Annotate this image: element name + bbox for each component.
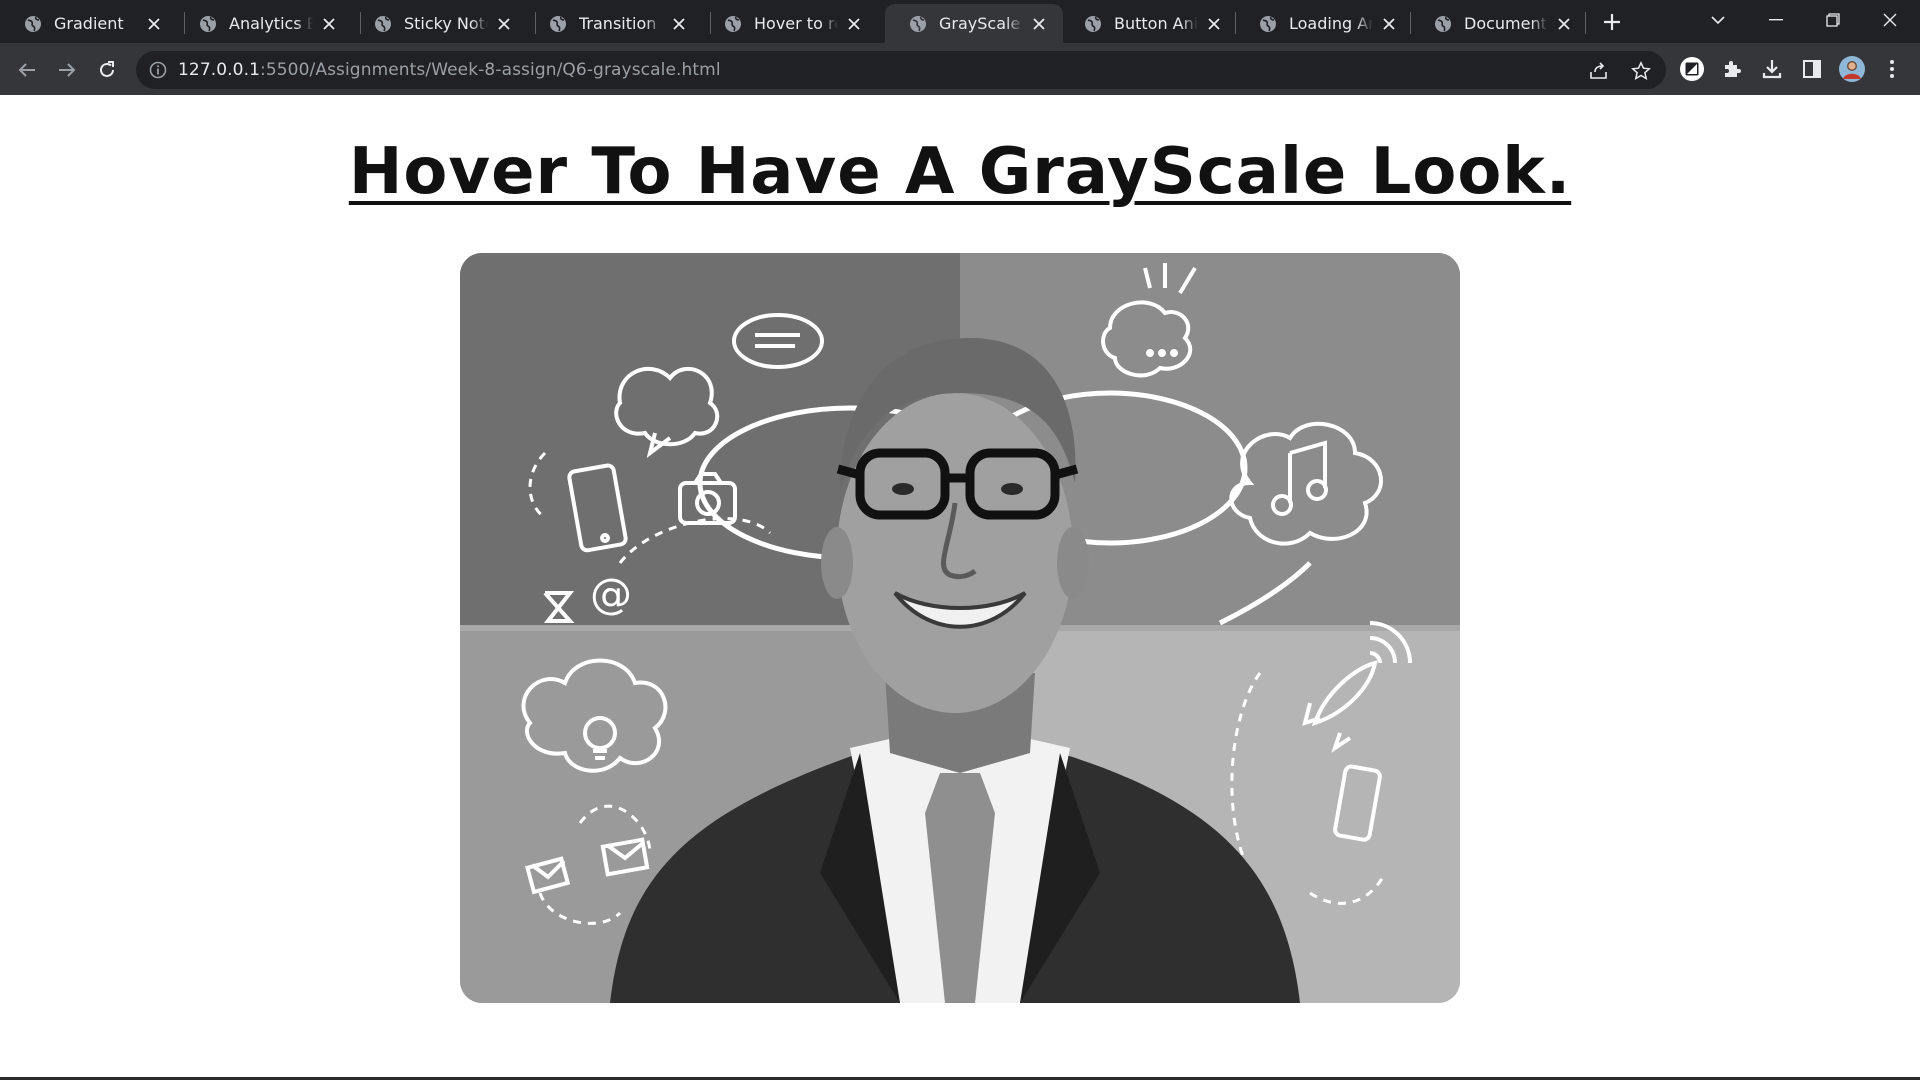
reload-button[interactable] — [90, 53, 124, 87]
tab-analytics-bar[interactable]: Analytics Bar — [175, 4, 353, 43]
puzzle-extensions-icon[interactable] — [1718, 55, 1746, 83]
globe-icon — [550, 15, 566, 32]
tab-gradient[interactable]: Gradient — [0, 4, 178, 43]
url-path: :5500/Assignments/Week-8-assign/Q6-grays… — [260, 60, 721, 80]
tab-document[interactable]: Document — [1410, 4, 1588, 43]
browser-toolbar: 127.0.0.1:5500/Assignments/Week-8-assign… — [0, 43, 1920, 95]
page-content: Hover To Have A GrayScale Look. @ — [0, 95, 1920, 1080]
side-panel-icon[interactable] — [1798, 55, 1826, 83]
browser-chrome: Gradient Analytics Bar Sticky Note Trans… — [0, 0, 1920, 95]
tab-title: Hover to reveal — [754, 14, 838, 33]
tab-button-animation[interactable]: Button Animation — [1060, 4, 1238, 43]
tab-title: Document — [1464, 14, 1547, 33]
close-icon[interactable] — [319, 14, 339, 34]
close-icon[interactable] — [1029, 14, 1049, 34]
tab-title: Sticky Note — [404, 14, 488, 33]
globe-icon — [910, 15, 926, 32]
close-icon — [1883, 13, 1897, 27]
grayscale-photo[interactable]: @ — [460, 253, 1460, 1003]
globe-icon — [725, 15, 741, 32]
info-icon[interactable] — [148, 60, 168, 80]
tab-title: Loading Animation — [1289, 14, 1373, 33]
right-ear — [1057, 527, 1089, 599]
close-window-button[interactable] — [1862, 0, 1918, 40]
tab-title: Transition — [579, 14, 657, 33]
close-icon[interactable] — [1554, 14, 1574, 34]
minimize-icon — [1769, 19, 1783, 21]
tab-title: Analytics Bar — [229, 14, 313, 33]
tab-search-button[interactable] — [1690, 0, 1746, 40]
portrait-image: @ — [460, 253, 1460, 1003]
tab-title: Button Animation — [1114, 14, 1198, 33]
right-eye — [1001, 483, 1023, 495]
doodle-at-symbol: @ — [590, 569, 632, 618]
tab-grayscale-image[interactable]: GrayScale Image — [885, 4, 1063, 43]
close-icon[interactable] — [669, 14, 689, 34]
restore-icon — [1826, 13, 1840, 27]
share-icon[interactable] — [1588, 60, 1610, 82]
globe-icon — [375, 15, 391, 32]
tab-sticky-note[interactable]: Sticky Note — [350, 4, 528, 43]
extension-zoom-icon[interactable] — [1678, 55, 1706, 83]
back-button[interactable] — [10, 53, 44, 87]
reload-icon — [100, 61, 114, 77]
more-menu-icon[interactable] — [1880, 55, 1904, 83]
address-bar[interactable]: 127.0.0.1:5500/Assignments/Week-8-assign… — [136, 51, 1666, 89]
url-host: 127.0.0.1 — [178, 60, 261, 80]
arrow-right-icon — [59, 63, 76, 77]
tab-title: Gradient — [54, 14, 124, 33]
close-icon[interactable] — [844, 14, 864, 34]
bookmark-star-icon[interactable] — [1630, 60, 1652, 82]
minimize-button[interactable] — [1748, 0, 1804, 40]
globe-icon — [1260, 15, 1276, 32]
new-tab-button[interactable] — [1598, 8, 1626, 36]
left-ear — [821, 527, 853, 599]
chevron-down-icon — [1711, 16, 1725, 25]
tab-title: GrayScale Image — [939, 14, 1023, 33]
profile-avatar[interactable] — [1838, 55, 1866, 83]
close-icon[interactable] — [494, 14, 514, 34]
globe-icon — [25, 15, 41, 32]
forward-button[interactable] — [50, 53, 84, 87]
arrow-left-icon — [18, 63, 35, 77]
left-eye — [892, 483, 914, 495]
close-icon[interactable] — [144, 14, 164, 34]
close-icon[interactable] — [1204, 14, 1224, 34]
plus-icon — [1604, 14, 1620, 30]
download-icon[interactable] — [1758, 55, 1786, 83]
tab-strip: Gradient Analytics Bar Sticky Note Trans… — [0, 0, 1920, 43]
restore-button[interactable] — [1805, 0, 1861, 40]
face — [837, 393, 1073, 713]
url-text: 127.0.0.1:5500/Assignments/Week-8-assign… — [178, 60, 721, 80]
tab-hover-to-reveal[interactable]: Hover to reveal — [700, 4, 878, 43]
globe-icon — [200, 15, 216, 32]
page-heading: Hover To Have A GrayScale Look. — [348, 135, 1572, 209]
globe-icon — [1435, 15, 1451, 32]
globe-icon — [1085, 15, 1101, 32]
close-icon[interactable] — [1379, 14, 1399, 34]
tab-transition[interactable]: Transition — [525, 4, 703, 43]
tab-separator — [1585, 12, 1586, 34]
tab-loading-animation[interactable]: Loading Animation — [1235, 4, 1413, 43]
